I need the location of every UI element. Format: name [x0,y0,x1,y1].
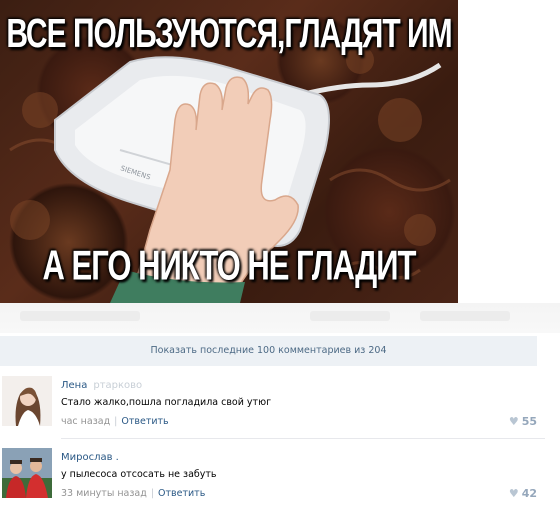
faded-post-footer [0,303,560,333]
meme-image[interactable]: SIEMENS ВСЕ ПОЛЬЗУЮТСЯ,ГЛАДЯТ ИМ А ЕГО Н… [0,0,458,303]
comment-author[interactable]: Мирослав . [61,452,119,463]
meme-top-caption: ВСЕ ПОЛЬЗУЮТСЯ,ГЛАДЯТ ИМ [6,12,452,57]
comment-item: Лена ртарково Стало жалко,пошла погладила… [0,374,545,436]
avatar-photo-icon [2,376,52,426]
author-name[interactable]: Лена [61,380,87,391]
separator: | [114,416,118,427]
reply-link[interactable]: Ответить [158,488,205,499]
comment-item: Мирослав . у пылесоса отсосать не забуть… [0,446,545,506]
avatar-photo-icon [2,448,52,498]
comment-meta: час назад | Ответить [61,416,169,427]
avatar[interactable] [2,376,52,426]
like-count: 55 [521,415,537,428]
reply-link[interactable]: Ответить [121,416,168,427]
ghost-bar [310,311,390,321]
like-count: 42 [521,487,537,500]
comment-time[interactable]: 33 минуты назад [61,488,147,499]
ghost-bar [420,311,510,321]
comment-text: Стало жалко,пошла погладила свой утюг [61,397,272,408]
comment-divider [61,438,545,439]
like-button[interactable]: ♥ 42 [509,487,537,500]
comment-text: у пылесоса отсосать не забуть [61,469,217,480]
like-button[interactable]: ♥ 55 [509,415,537,428]
comment-time[interactable]: час назад [61,416,110,427]
meme-bottom-caption: А ЕГО НИКТО НЕ ГЛАДИТ [42,241,417,289]
avatar[interactable] [2,448,52,498]
separator: | [150,488,155,499]
author-surname-faded: ртарково [93,380,143,391]
ghost-bar [20,311,140,321]
author-name[interactable]: Мирослав . [61,452,119,463]
show-more-comments-button[interactable]: Показать последние 100 комментариев из 2… [0,336,537,366]
comment-author[interactable]: Лена ртарково [61,380,142,391]
heart-icon: ♥ [508,415,519,428]
heart-icon: ♥ [508,487,519,500]
comment-meta: 33 минуты назад | Ответить [61,488,205,499]
